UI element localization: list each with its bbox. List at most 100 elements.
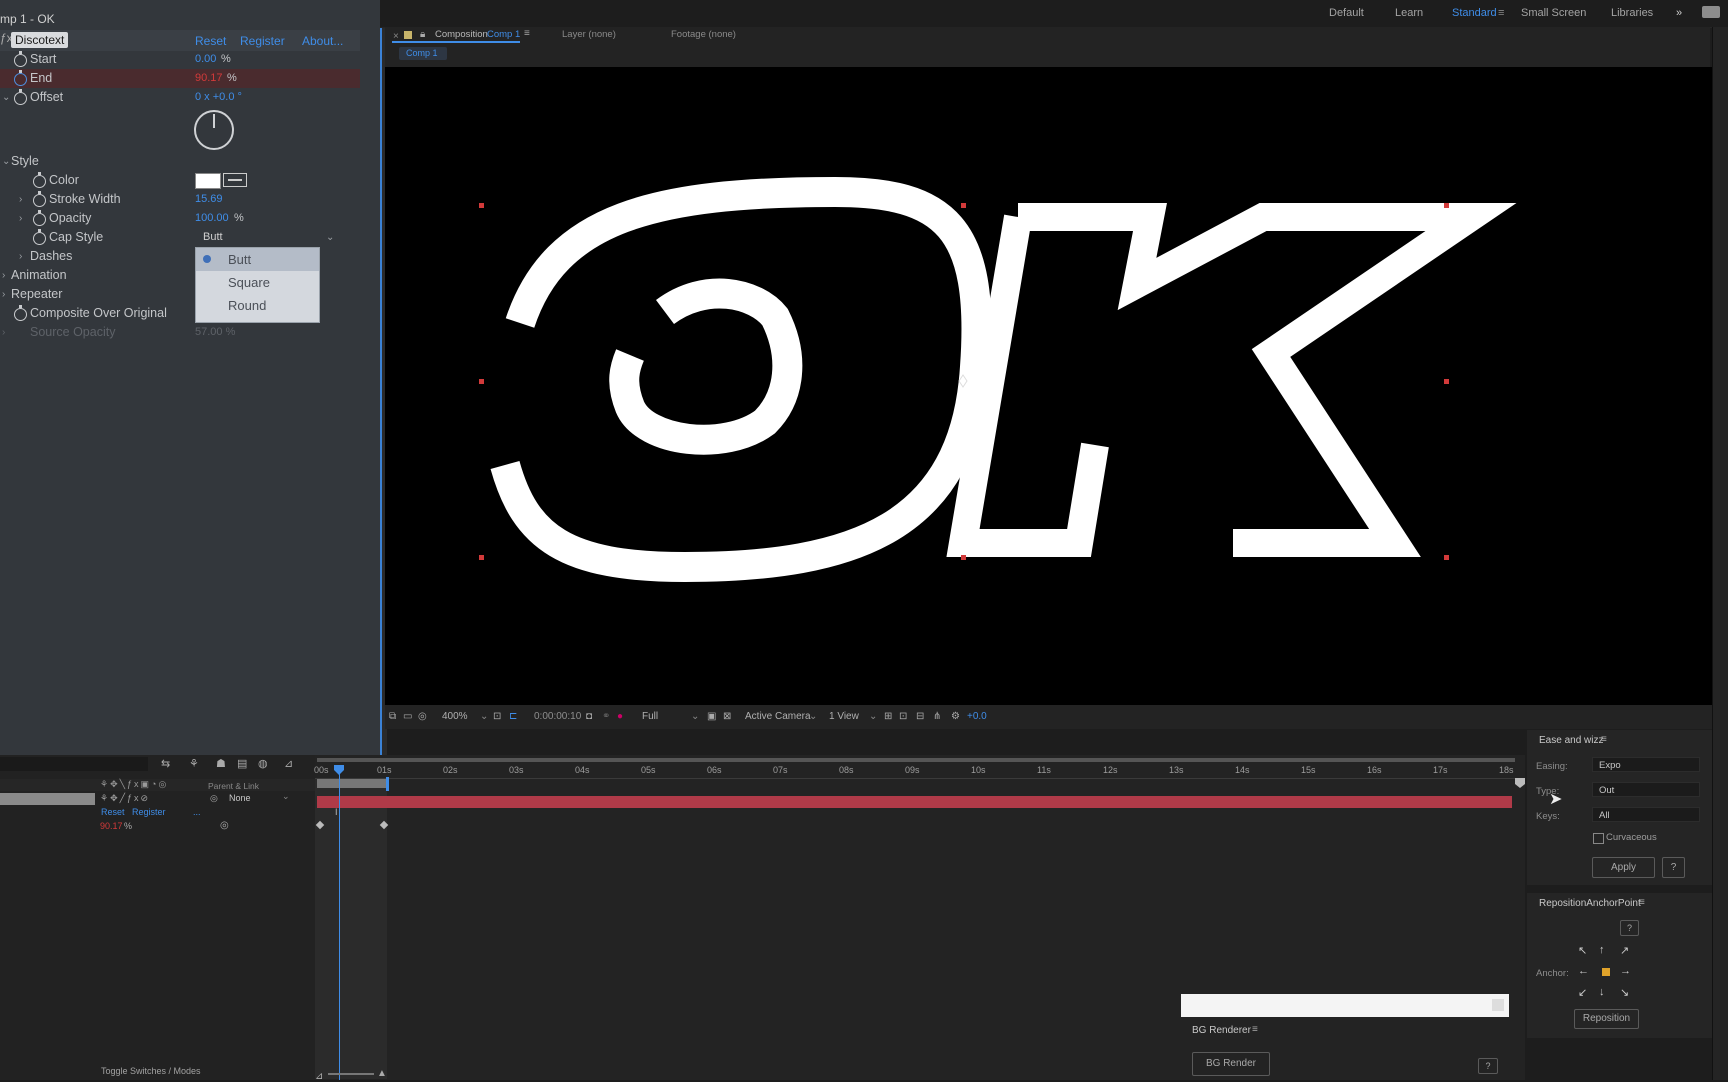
toggle-switches-modes[interactable]: Toggle Switches / Modes	[101, 1066, 201, 1076]
stopwatch-icon[interactable]	[14, 305, 27, 321]
motion-blur-icon[interactable]: ◍	[258, 757, 268, 770]
anchor-top-icon[interactable]: ↑	[1599, 944, 1605, 956]
effect-name[interactable]: Discotext	[11, 32, 69, 48]
stopwatch-icon[interactable]	[33, 172, 46, 188]
timeline-search-input[interactable]	[0, 757, 148, 771]
parent-select[interactable]: None	[229, 793, 251, 803]
show-snapshot-icon[interactable]: ⚭	[602, 711, 610, 722]
about-link[interactable]: About...	[302, 34, 343, 48]
timeline-register-link[interactable]: Register	[132, 807, 166, 817]
camera-icon[interactable]: ◘	[586, 711, 592, 722]
chevron-down-icon[interactable]: ⌄	[2, 152, 10, 171]
timeline-icon[interactable]: ⊟	[916, 711, 924, 722]
anchor-left-icon[interactable]: ←	[1578, 965, 1589, 977]
fit-icon[interactable]: ⊡	[493, 711, 501, 722]
easing-select[interactable]: Expo	[1592, 757, 1700, 772]
chevron-right-icon[interactable]: ›	[19, 209, 22, 228]
composition-viewer[interactable]	[385, 67, 1712, 705]
search-help-icon[interactable]	[1702, 6, 1720, 18]
register-link[interactable]: Register	[240, 34, 285, 48]
color-channels-icon[interactable]: ●	[617, 711, 623, 722]
workspace-libraries[interactable]: Libraries	[1611, 7, 1653, 19]
chevron-down-icon[interactable]: ⌄	[809, 711, 817, 722]
layer-duration-bar[interactable]	[317, 796, 1512, 808]
timeline-reset-link[interactable]: Reset	[101, 807, 125, 817]
overflow-chevron-icon[interactable]: »	[1676, 7, 1682, 19]
zoom-out-icon[interactable]: ⊿	[315, 1071, 323, 1082]
layer-name-bar[interactable]	[0, 793, 95, 805]
end-value[interactable]: 90.17	[195, 69, 223, 88]
help-button[interactable]: ?	[1620, 920, 1639, 936]
stopwatch-active-icon[interactable]	[14, 70, 27, 86]
camera-select[interactable]: Active Camera	[745, 711, 811, 722]
menu-icon[interactable]: ≡	[1498, 7, 1504, 19]
toggle-pixel-icon[interactable]: ⊞	[884, 711, 892, 722]
exposure-gear-icon[interactable]: ⚙	[951, 711, 960, 722]
comp-breadcrumb[interactable]: Comp 1	[406, 48, 438, 58]
angle-dial[interactable]	[194, 110, 234, 150]
workspace-standard[interactable]: Standard	[1452, 7, 1497, 19]
menu-icon[interactable]: ≡	[1252, 1024, 1258, 1035]
frame-blend-icon[interactable]: ▤	[237, 757, 247, 770]
anchor-top-right-icon[interactable]: ↗	[1620, 944, 1629, 957]
workspace-default[interactable]: Default	[1329, 7, 1364, 19]
shy-icon[interactable]: ☗	[216, 757, 226, 770]
stopwatch-icon[interactable]	[33, 229, 46, 245]
chevron-right-icon[interactable]: ›	[19, 247, 22, 266]
anchor-bottom-left-icon[interactable]: ↙	[1578, 986, 1587, 999]
chevron-right-icon[interactable]: ›	[2, 266, 5, 285]
parent-pickwhip-icon[interactable]: ◎	[210, 793, 218, 804]
bg-render-button[interactable]: BG Render	[1192, 1052, 1270, 1076]
graph-editor-icon[interactable]: ⊿	[284, 757, 293, 770]
keys-select[interactable]: All	[1592, 807, 1700, 822]
stroke-width-value[interactable]: 15.69	[195, 190, 223, 209]
anchor-top-left-icon[interactable]: ↖	[1578, 944, 1587, 957]
expression-pickwhip-icon[interactable]: ◎	[220, 820, 229, 831]
anchor-bottom-icon[interactable]: ↓	[1599, 986, 1605, 998]
chevron-right-icon[interactable]: ›	[19, 190, 22, 209]
offset-value[interactable]: 0 x +0.0 °	[195, 88, 242, 107]
chevron-down-icon[interactable]: ⌄	[326, 228, 334, 247]
chevron-down-icon[interactable]: ⌄	[2, 88, 10, 107]
option-square[interactable]: Square	[228, 275, 270, 290]
transparency-grid-icon[interactable]: ⊠	[723, 711, 731, 722]
anchor-bottom-right-icon[interactable]: ↘	[1620, 986, 1629, 999]
chevron-down-icon[interactable]: ⌄	[282, 791, 290, 802]
stopwatch-icon[interactable]	[14, 51, 27, 67]
layer-tab[interactable]: Layer (none)	[562, 29, 616, 40]
zoom-in-icon[interactable]: ▲	[377, 1068, 387, 1079]
chevron-right-icon[interactable]: ›	[2, 285, 5, 304]
draft-3d-icon[interactable]: ⚘	[189, 757, 199, 770]
mask-icon[interactable]: ◎	[418, 711, 427, 722]
close-icon[interactable]	[1492, 999, 1504, 1011]
anchor-center-icon[interactable]	[1602, 968, 1610, 976]
fast-preview-icon[interactable]: ⊡	[899, 711, 907, 722]
work-area-end-handle[interactable]	[386, 777, 389, 791]
reposition-button[interactable]: Reposition	[1574, 1009, 1639, 1029]
zoom-select[interactable]: 400%	[442, 711, 468, 722]
timeline-ellipsis[interactable]: ...	[193, 807, 201, 817]
style-group[interactable]: ⌄ Style	[0, 152, 360, 171]
color-swatch[interactable]	[195, 173, 221, 189]
comp-tab[interactable]: Comp 1	[487, 29, 520, 40]
work-area-range[interactable]	[317, 779, 386, 788]
start-value[interactable]: 0.00	[195, 50, 216, 69]
workspace-learn[interactable]: Learn	[1395, 7, 1423, 19]
menu-icon[interactable]: ≡	[1639, 897, 1645, 908]
reset-link[interactable]: Reset	[195, 34, 226, 48]
flowchart-icon[interactable]: ⋔	[933, 711, 941, 722]
chevron-down-icon[interactable]: ⌄	[480, 711, 488, 722]
opacity-value[interactable]: 100.00	[195, 209, 229, 228]
type-select[interactable]: Out	[1592, 782, 1700, 797]
current-time-indicator[interactable]	[339, 769, 340, 1080]
stopwatch-icon[interactable]	[14, 89, 27, 105]
lock-icon[interactable]: 🔒︎	[420, 29, 425, 40]
monitor-icon[interactable]: ▭	[403, 711, 412, 722]
menu-icon[interactable]: ≡	[524, 28, 530, 39]
safe-zones-icon[interactable]: ⊏	[509, 711, 517, 722]
timeline-end-value[interactable]: 90.17	[100, 821, 123, 831]
option-round[interactable]: Round	[228, 298, 266, 313]
exposure-value[interactable]: +0.0	[967, 711, 987, 722]
apply-button[interactable]: Apply	[1592, 857, 1655, 878]
region-of-interest-icon[interactable]: ▣	[707, 711, 716, 722]
